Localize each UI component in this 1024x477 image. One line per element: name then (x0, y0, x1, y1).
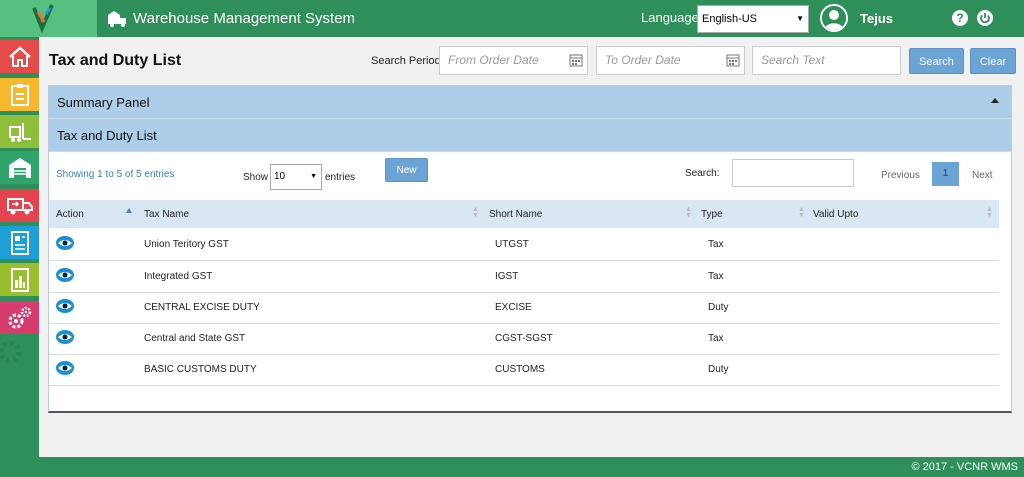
sort-icon[interactable]: ▲ ▼ (685, 206, 692, 219)
home-icon (8, 45, 31, 67)
app-logo[interactable] (0, 0, 97, 37)
show-label: Show (243, 172, 269, 183)
collapse-icon[interactable] (991, 98, 999, 103)
pagination-next[interactable]: Next (972, 170, 993, 181)
from-date-placeholder: From Order Date (448, 53, 539, 67)
sidebar-item-reports[interactable] (0, 226, 39, 259)
table-header: Action Tax Name ▲ ▼ Short Name ▲ ▼ Type ▲ ▼… (49, 200, 999, 228)
sidebar-item-orders[interactable] (0, 78, 39, 111)
to-date-placeholder: To Order Date (605, 53, 681, 67)
cell-short-name: IGST (495, 271, 519, 282)
sidebar-item-warehouse[interactable] (0, 151, 39, 184)
cell-tax-name: Integrated GST (144, 271, 213, 282)
sort-icon[interactable]: ▲ ▼ (798, 206, 805, 219)
from-date-input[interactable]: From Order Date (439, 46, 588, 75)
warehouse-truck-icon (108, 10, 126, 27)
sidebar-item-analytics[interactable] (0, 263, 39, 296)
language-select[interactable]: English-US ▼ (697, 5, 809, 33)
table-search-label: Search: (685, 168, 720, 179)
column-header-action[interactable]: Action (56, 209, 84, 220)
sidebar-item-shipping[interactable] (0, 189, 39, 222)
pagination-page-1[interactable]: 1 (932, 162, 959, 186)
pagination-previous[interactable]: Previous (881, 170, 920, 181)
gear-icon (0, 332, 39, 372)
showing-entries-text: Showing 1 to 5 of 5 entries (56, 169, 175, 180)
column-header-valid-upto[interactable]: Valid Upto (813, 209, 858, 220)
search-text-input[interactable]: Search Text (752, 46, 901, 75)
list-panel-title: Tax and Duty List (57, 128, 157, 143)
cell-tax-name: Union Teritory GST (144, 239, 229, 250)
user-avatar[interactable] (820, 4, 848, 32)
summary-panel-title: Summary Panel (57, 95, 150, 110)
cell-type: Duty (708, 364, 729, 375)
cell-type: Duty (708, 302, 729, 313)
power-icon[interactable] (977, 10, 993, 26)
search-period-label: Search Period (371, 55, 441, 67)
cell-short-name: CUSTOMS (495, 364, 545, 375)
user-name[interactable]: Tejus (860, 11, 893, 26)
report-icon (10, 230, 29, 255)
search-text-placeholder: Search Text (761, 53, 825, 67)
table-row: Integrated GST IGST Tax (49, 261, 999, 293)
clear-button[interactable]: Clear (970, 48, 1016, 74)
sidebar (0, 37, 39, 457)
cell-short-name: UTGST (495, 239, 529, 250)
calendar-icon[interactable] (569, 53, 583, 67)
column-header-type[interactable]: Type (701, 209, 723, 220)
settings-gears-icon (8, 306, 31, 328)
to-date-input[interactable]: To Order Date (596, 46, 745, 75)
cell-type: Tax (708, 239, 724, 250)
cell-tax-name: BASIC CUSTOMS DUTY (144, 364, 257, 375)
app-title-text: Warehouse Management System (133, 10, 356, 27)
footer-copyright: © 2017 - VCNR WMS (911, 461, 1018, 473)
view-eye-icon[interactable] (56, 299, 74, 313)
clipboard-icon (10, 83, 29, 106)
main-panel: Summary Panel Tax and Duty List Showing … (48, 85, 1012, 413)
sidebar-item-settings[interactable] (0, 301, 39, 334)
view-eye-icon[interactable] (56, 236, 74, 250)
delivery-truck-icon (6, 197, 33, 214)
sort-icon[interactable]: ▲ ▼ (986, 206, 993, 219)
language-label: Language (641, 10, 699, 25)
table-row: BASIC CUSTOMS DUTY CUSTOMS Duty (49, 354, 999, 386)
sort-icon[interactable]: ▲ ▼ (472, 206, 479, 219)
page-title: Tax and Duty List (49, 52, 182, 69)
new-button[interactable]: New (385, 158, 428, 182)
table-row: CENTRAL EXCISE DUTY EXCISE Duty (49, 292, 999, 324)
table-row: Union Teritory GST UTGST Tax (49, 229, 999, 261)
cell-type: Tax (708, 333, 724, 344)
language-value: English-US (702, 13, 758, 25)
summary-panel-header[interactable]: Summary Panel (49, 86, 1011, 119)
app-title: Warehouse Management System (108, 0, 355, 37)
view-eye-icon[interactable] (56, 330, 74, 344)
sort-ascending-icon[interactable] (126, 208, 132, 213)
top-bar: Warehouse Management System Language Eng… (0, 0, 1024, 37)
chevron-down-icon: ▼ (310, 173, 317, 180)
footer: © 2017 - VCNR WMS (0, 457, 1024, 477)
warehouse-icon (8, 157, 31, 178)
chevron-down-icon: ▼ (796, 14, 804, 23)
table-search-input[interactable] (732, 159, 854, 187)
table-row: Central and State GST CGST-SGST Tax (49, 323, 999, 355)
entries-label: entries (325, 172, 356, 183)
column-header-short-name[interactable]: Short Name (489, 209, 542, 220)
help-icon[interactable]: ? (952, 10, 968, 26)
list-panel-header: Tax and Duty List (49, 119, 1011, 152)
cell-short-name: EXCISE (495, 302, 532, 313)
view-eye-icon[interactable] (56, 361, 74, 375)
sidebar-item-inventory[interactable] (0, 115, 39, 148)
cell-type: Tax (708, 271, 724, 282)
cell-tax-name: CENTRAL EXCISE DUTY (144, 302, 260, 313)
page-size-value: 10 (274, 171, 286, 182)
cell-tax-name: Central and State GST (144, 333, 246, 344)
sidebar-item-home[interactable] (0, 40, 39, 73)
document-chart-icon (10, 267, 29, 292)
cell-short-name: CGST-SGST (495, 333, 553, 344)
page-size-select[interactable]: 10 ▼ (270, 164, 322, 190)
column-header-tax-name[interactable]: Tax Name (144, 209, 189, 220)
calendar-icon[interactable] (726, 53, 740, 67)
forklift-icon (8, 122, 31, 142)
view-eye-icon[interactable] (56, 268, 74, 282)
search-button[interactable]: Search (909, 48, 964, 74)
